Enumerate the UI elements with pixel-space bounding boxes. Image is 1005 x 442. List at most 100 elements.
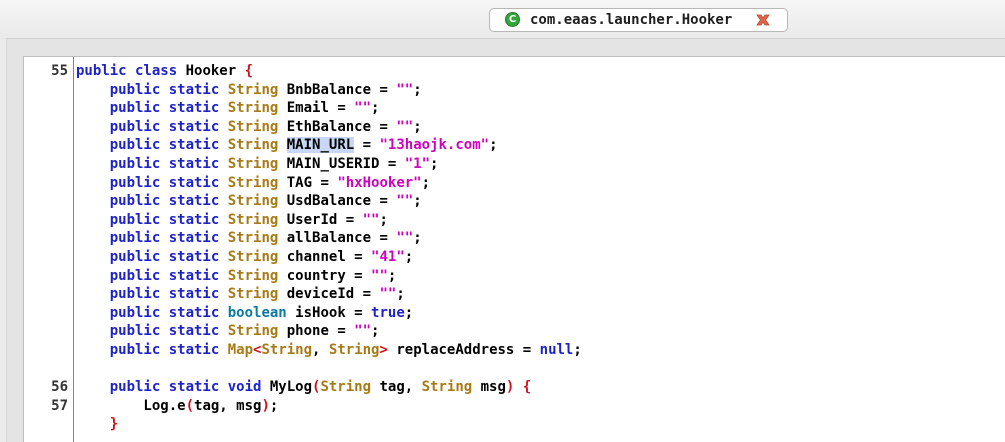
code-token: public static [109, 249, 220, 265]
code-token: String [227, 174, 279, 191]
code-text: public static String phone = ""; [76, 322, 380, 341]
code-token: ; [379, 211, 388, 228]
code-text: public static String deviceId = ""; [76, 285, 405, 304]
code-text: public static String channel = "41"; [76, 248, 413, 267]
code-text: public static String allBalance = ""; [76, 229, 422, 248]
code-token: public static [109, 81, 220, 98]
code-token: EthBalance = [278, 118, 397, 135]
code-token: Hooker [177, 63, 245, 79]
code-text: public static String UserId = ""; [76, 211, 388, 230]
code-line: public static String MAIN_USERID = "1"; [24, 155, 984, 174]
close-icon[interactable] [754, 11, 772, 29]
code-text: public static boolean isHook = true; [76, 304, 413, 323]
code-token: "" [371, 267, 388, 284]
code-text: public static String UsdBalance = ""; [76, 192, 422, 211]
code-token: "hxHooker" [337, 174, 422, 191]
code-text: public static String country = ""; [76, 267, 397, 286]
code-token: "" [379, 286, 397, 303]
code-token: tag, msg [194, 397, 262, 414]
code-token: = [354, 137, 380, 154]
code-token: String [227, 193, 279, 210]
code-line: public static String UsdBalance = ""; [24, 192, 984, 211]
code-token: msg [472, 379, 506, 396]
code-token: "" [396, 81, 414, 98]
code-line: 57 Log.e(tag, msg); [24, 397, 984, 416]
code-token: boolean [227, 304, 287, 321]
code-token: String [227, 323, 279, 340]
code-token: public class [76, 63, 178, 79]
code-token: String [227, 100, 279, 117]
code-token: String [227, 81, 279, 98]
code-token: ; [269, 397, 279, 414]
code-line: public static Map<String, String> replac… [24, 341, 984, 360]
code-line: 56 public static void MyLog(String tag, … [24, 378, 984, 397]
code-line: public static String country = ""; [24, 267, 984, 286]
code-token: ; [404, 249, 414, 265]
code-line: public static String channel = "41"; [24, 248, 984, 267]
code-token: Map [227, 342, 254, 358]
tab-hooker-class[interactable]: C com.eaas.launcher.Hooker [489, 8, 788, 32]
code-token: "13haojk.com" [379, 137, 490, 154]
code-line: public static String MAIN_URL = "13haojk… [24, 136, 984, 155]
code-editor[interactable]: 55 public class Hooker { public static St… [23, 56, 1005, 442]
code-token: "41" [371, 249, 405, 265]
code-line: 55 public class Hooker { [24, 62, 984, 81]
code-line: } [24, 415, 984, 434]
line-number: 57 [51, 397, 68, 414]
code-token: } [109, 416, 119, 433]
code-token: "" [354, 323, 372, 340]
line-number: 55 [51, 63, 68, 79]
code-token: String [320, 379, 372, 396]
code-text: public static String MAIN_USERID = "1"; [76, 155, 439, 174]
code-token: String [227, 137, 279, 154]
code-token: tag, [371, 379, 422, 396]
code-token: String [421, 379, 473, 396]
code-token: String [227, 211, 279, 228]
code-token: { [244, 63, 254, 79]
code-token: TAG = [278, 174, 338, 191]
code-token: ; [413, 81, 422, 98]
code-line: public static String deviceId = ""; [24, 285, 984, 304]
code-token: public static [109, 118, 220, 135]
code-text: public static Map<String, String> replac… [76, 341, 582, 360]
code-token: public static void [109, 379, 262, 396]
code-token: "" [396, 230, 414, 247]
class-file-icon: C [505, 12, 520, 27]
code-token: public static [109, 156, 220, 172]
code-token: allBalance = [278, 230, 397, 247]
code-token: String [227, 118, 279, 135]
code-token: "" [396, 193, 414, 210]
code-token: true [371, 304, 405, 321]
code-line: public static String Email = ""; [24, 99, 984, 118]
code-line: public static String UserId = ""; [24, 211, 984, 230]
class-file-icon-glyph: C [508, 14, 517, 25]
code-token: String [328, 342, 380, 358]
code-token: public static [109, 230, 220, 247]
code-line: public static String phone = ""; [24, 322, 984, 341]
code-token: ( [185, 397, 195, 414]
code-token: UserId = [278, 211, 363, 228]
code-token: String [227, 230, 279, 247]
code-token: String [227, 267, 279, 284]
code-token: , [312, 342, 329, 358]
